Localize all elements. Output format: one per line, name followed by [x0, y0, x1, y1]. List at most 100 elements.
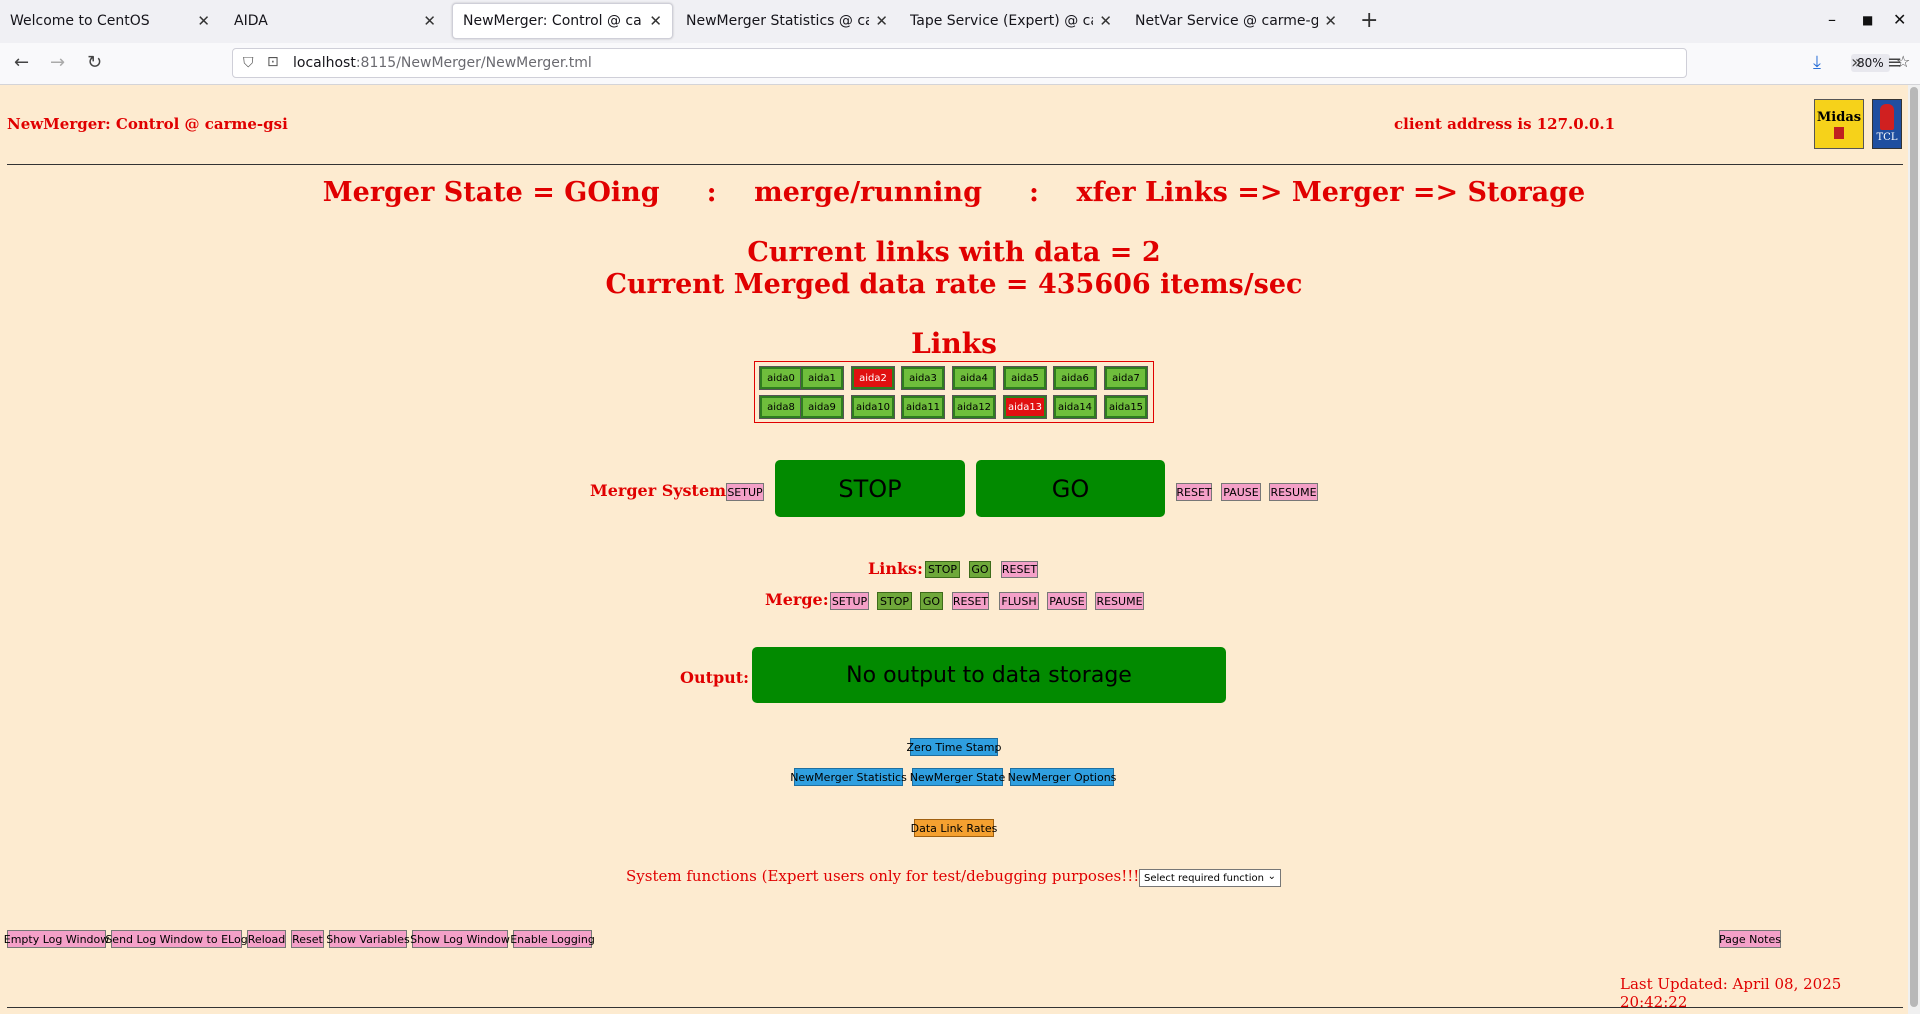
link-aida1[interactable]: aida1: [800, 366, 844, 390]
page-title: NewMerger: Control @ carme-gsi: [7, 115, 288, 133]
send-log-to-elog-button[interactable]: Send Log Window to ELog: [105, 930, 248, 948]
link-aida14[interactable]: aida14: [1053, 395, 1097, 419]
merge-ctl-label: Merge:: [765, 590, 829, 609]
links-stop-button[interactable]: STOP: [925, 561, 960, 578]
tab-label: NewMerger Statistics @ carme-gsi: [686, 13, 870, 29]
merge-go-button[interactable]: GO: [920, 592, 943, 610]
client-address: client address is 127.0.0.1: [1394, 115, 1616, 133]
link-aida10[interactable]: aida10: [851, 395, 895, 419]
merger-setup-button[interactable]: SETUP: [726, 483, 764, 501]
merger-system-label: Merger System:: [590, 481, 732, 500]
show-variables-button[interactable]: Show Variables: [326, 930, 410, 948]
url-host: localhost: [293, 55, 356, 71]
reset-button[interactable]: Reset: [291, 930, 324, 948]
merger-pause-button[interactable]: PAUSE: [1221, 483, 1261, 501]
midas-logo-text: Midas: [1816, 110, 1862, 125]
enable-logging-button[interactable]: Enable Logging: [510, 930, 595, 948]
link-aida2[interactable]: aida2: [851, 366, 895, 390]
newmerger-state-button[interactable]: NewMerger State: [910, 768, 1005, 786]
reload-icon[interactable]: ↻: [87, 52, 102, 73]
maximize-icon[interactable]: ■: [1862, 13, 1873, 27]
url-bar[interactable]: ⛉ ⊡ localhost:8115/NewMerger/NewMerger.t…: [232, 48, 1910, 78]
link-aida7[interactable]: aida7: [1104, 366, 1148, 390]
tab-label: AIDA: [234, 13, 268, 29]
close-icon[interactable]: ✕: [423, 12, 436, 30]
system-functions-label: System functions (Expert users only for …: [626, 867, 1146, 885]
minimize-icon[interactable]: –: [1828, 10, 1836, 29]
tab-tape-service[interactable]: Tape Service (Expert) @ carme-gsi ✕: [900, 0, 1122, 42]
current-rate: Current Merged data rate = 435606 items/…: [605, 269, 1303, 300]
window-close-icon[interactable]: ✕: [1893, 10, 1906, 29]
merge-resume-button[interactable]: RESUME: [1095, 592, 1144, 610]
link-aida0[interactable]: aida0: [759, 366, 803, 390]
system-function-select[interactable]: Select required function ⌄: [1139, 869, 1281, 887]
empty-log-window-button[interactable]: Empty Log Window: [4, 930, 109, 948]
output-label: Output:: [680, 668, 750, 687]
close-icon[interactable]: ✕: [1099, 12, 1112, 30]
nav-bar: ← → ↻ ⛉ ⊡ localhost:8115/NewMerger/NewMe…: [0, 43, 1920, 85]
back-icon[interactable]: ←: [14, 52, 29, 73]
current-links: Current links with data = 2: [747, 237, 1161, 268]
link-aida3[interactable]: aida3: [901, 366, 945, 390]
forward-icon[interactable]: →: [50, 52, 65, 73]
midas-logo-mark: [1834, 127, 1844, 139]
link-aida4[interactable]: aida4: [952, 366, 996, 390]
merger-resume-button[interactable]: RESUME: [1269, 483, 1318, 501]
page-scrollbar[interactable]: [1908, 85, 1920, 1014]
newmerger-options-button[interactable]: NewMerger Options: [1008, 768, 1116, 786]
reload-button[interactable]: Reload: [247, 930, 286, 948]
tab-label: NewMerger: Control @ carme-gsi: [463, 13, 643, 29]
link-aida15[interactable]: aida15: [1104, 395, 1148, 419]
data-link-rates-button[interactable]: Data Link Rates: [911, 819, 997, 837]
tab-label: NetVar Service @ carme-gsi: [1135, 13, 1319, 29]
shield-icon[interactable]: ⛉: [243, 55, 254, 71]
zero-time-stamp-button[interactable]: Zero Time Stamp: [907, 738, 1001, 756]
last-updated: Last Updated: April 08, 2025 20:42:22: [1620, 975, 1842, 1011]
page-info-icon[interactable]: ⊡: [267, 54, 279, 70]
show-log-window-button[interactable]: Show Log Window: [410, 930, 510, 948]
link-aida9[interactable]: aida9: [800, 395, 844, 419]
download-icon[interactable]: ⤓: [1813, 52, 1821, 73]
close-icon[interactable]: ✕: [875, 12, 888, 30]
merge-setup-button[interactable]: SETUP: [830, 592, 869, 610]
newmerger-statistics-button[interactable]: NewMerger Statistics: [790, 768, 907, 786]
url-text[interactable]: localhost:8115/NewMerger/NewMerger.tml: [293, 55, 592, 71]
footer-divider: [7, 1007, 1903, 1008]
links-ctl-label: Links:: [868, 559, 923, 578]
scrollbar-thumb[interactable]: [1910, 87, 1918, 1007]
link-aida13[interactable]: aida13: [1003, 395, 1047, 419]
link-aida5[interactable]: aida5: [1003, 366, 1047, 390]
link-aida8[interactable]: aida8: [759, 395, 803, 419]
page-notes-button[interactable]: Page Notes: [1719, 930, 1781, 948]
output-status-button[interactable]: No output to data storage: [752, 647, 1226, 703]
merger-go-button[interactable]: GO: [976, 460, 1165, 517]
merger-reset-button[interactable]: RESET: [1176, 483, 1212, 501]
merger-state: Merger State = GOing : merge/running : x…: [322, 177, 1586, 208]
tab-welcome-centos[interactable]: Welcome to CentOS ✕: [0, 0, 220, 42]
tab-bar: Welcome to CentOS ✕ AIDA ✕ NewMerger: Co…: [0, 0, 1920, 44]
merge-pause-button[interactable]: PAUSE: [1047, 592, 1087, 610]
tab-aida[interactable]: AIDA ✕: [224, 0, 446, 42]
link-aida12[interactable]: aida12: [952, 395, 996, 419]
tab-newmerger-statistics[interactable]: NewMerger Statistics @ carme-gsi ✕: [676, 0, 898, 42]
tab-newmerger-control[interactable]: NewMerger: Control @ carme-gsi ✕: [452, 3, 673, 39]
links-title: Links: [911, 327, 997, 360]
overflow-chevron-icon[interactable]: »: [1851, 52, 1862, 73]
link-aida11[interactable]: aida11: [901, 395, 945, 419]
chevron-down-icon: ⌄: [1267, 871, 1276, 882]
new-tab-icon[interactable]: +: [1360, 8, 1378, 33]
link-aida6[interactable]: aida6: [1053, 366, 1097, 390]
links-reset-button[interactable]: RESET: [1001, 561, 1038, 578]
close-icon[interactable]: ✕: [649, 12, 662, 30]
merge-flush-button[interactable]: FLUSH: [999, 592, 1039, 610]
merger-stop-button[interactable]: STOP: [775, 460, 965, 517]
links-go-button[interactable]: GO: [969, 561, 991, 578]
tab-label: Welcome to CentOS: [10, 13, 150, 29]
merge-stop-button[interactable]: STOP: [877, 592, 912, 610]
tab-netvar-service[interactable]: NetVar Service @ carme-gsi ✕: [1125, 0, 1347, 42]
menu-icon[interactable]: ≡: [1887, 52, 1902, 73]
close-icon[interactable]: ✕: [197, 12, 210, 30]
merge-reset-button[interactable]: RESET: [952, 592, 989, 610]
close-icon[interactable]: ✕: [1324, 12, 1337, 30]
url-path: :8115/NewMerger/NewMerger.tml: [355, 55, 592, 71]
